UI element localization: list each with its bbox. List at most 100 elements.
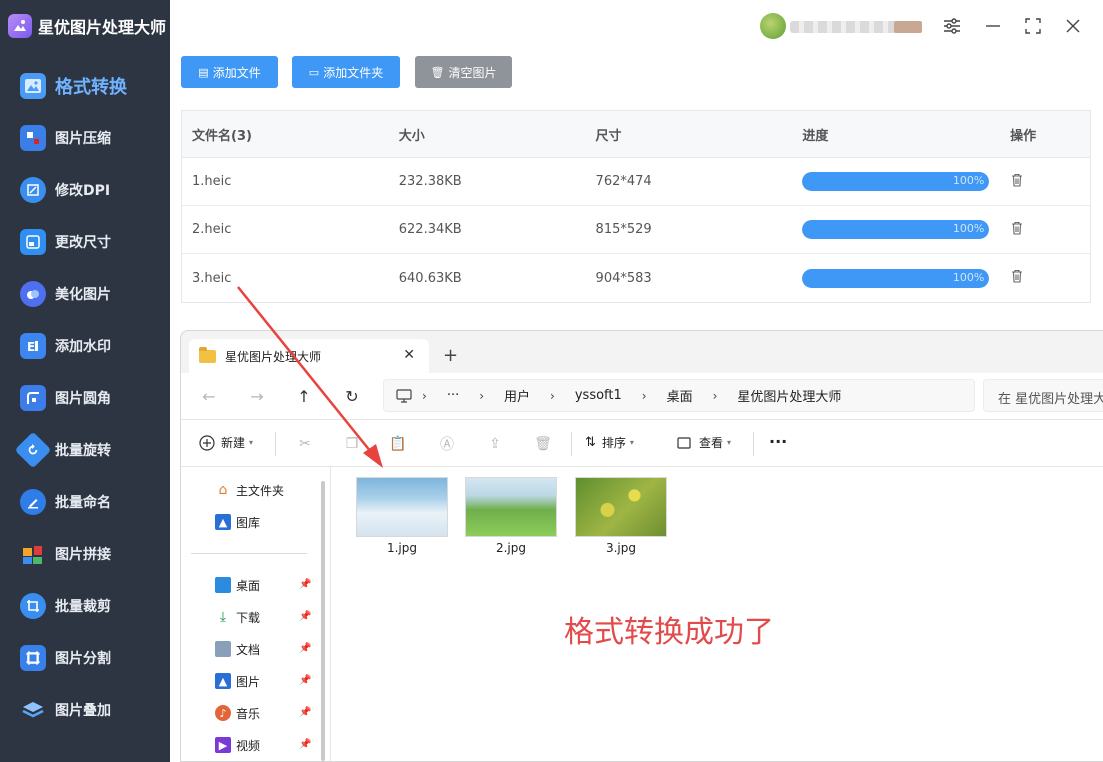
sort-button[interactable]: ⇅ 排序 ▾ [585,434,634,451]
breadcrumb-item[interactable]: yssoft1 [575,388,622,403]
add-file-label: 添加文件 [212,65,261,80]
back-arrow-icon[interactable]: ← [197,385,221,407]
sidebar-nav: 格式转换 图片压缩 修改DPI 更改尺寸 美化图片 E 添加水印 图片圆角 批量 [0,60,170,736]
app-title: 星优图片处理大师 [38,18,167,37]
sidebar-item-watermark[interactable]: E 添加水印 [0,320,170,372]
new-tab-icon[interactable]: + [443,345,458,366]
minimize-button[interactable] [979,12,1007,40]
more-options-button[interactable]: ··· [769,432,787,451]
tab-close-icon[interactable]: ✕ [403,347,415,363]
sidebar-item-resize[interactable]: 更改尺寸 [0,216,170,268]
table-row: 3.heic 640.63KB 904*583 100% [182,254,1090,302]
delete-row-button[interactable] [1010,221,1090,239]
compress-icon [20,125,46,151]
maximize-icon [1025,18,1041,34]
view-button[interactable]: 查看 ▾ [677,434,731,451]
divider [753,432,754,456]
pane-divider [330,467,331,761]
sidebar-item-crop[interactable]: 批量裁剪 [0,580,170,632]
add-file-button[interactable]: ▤ 添加文件 [181,56,278,88]
sidebar-item-dpi[interactable]: 修改DPI [0,164,170,216]
sidebar-item-label: 批量裁剪 [55,599,111,615]
file-thumbnail[interactable] [575,477,667,537]
nav-scrollbar[interactable] [321,481,325,761]
sidebar-item-rotate[interactable]: 批量旋转 [0,424,170,476]
progress-bar: 100% [802,268,990,288]
tree-item-desktop[interactable]: 桌面 [215,574,260,596]
copy-icon[interactable]: ❐ [342,434,362,454]
progress-cell: 100% [802,172,1010,191]
chevron-right-icon: › [550,388,555,403]
sidebar-item-compress[interactable]: 图片压缩 [0,112,170,164]
sidebar-item-label: 修改DPI [55,183,111,199]
share-icon[interactable]: ⇪ [485,434,505,454]
sidebar-item-rename[interactable]: 批量命名 [0,476,170,528]
success-annotation: 格式转换成功了 [564,615,774,650]
tree-item-label: 主文件夹 [236,483,285,498]
sidebar-item-round-corner[interactable]: 图片圆角 [0,372,170,424]
forward-arrow-icon[interactable]: → [245,385,269,407]
rename-icon[interactable]: Ⓐ [437,434,457,454]
clear-images-button[interactable]: 🗑 清空图片 [415,56,512,88]
new-label: 新建 [221,436,246,450]
file-name-label[interactable]: 1.jpg [356,541,448,555]
file-thumbnail[interactable] [465,477,557,537]
round-corner-icon [20,385,46,411]
chevron-right-icon: › [422,388,427,403]
view-icon [677,436,691,449]
cut-icon[interactable]: ✂ [295,434,315,454]
add-folder-button[interactable]: ▭ 添加文件夹 [292,56,400,88]
maximize-button[interactable] [1019,12,1047,40]
sidebar-item-layers[interactable]: 图片叠加 [0,684,170,736]
beautify-icon [20,281,46,307]
refresh-icon[interactable]: ↻ [340,385,364,407]
sidebar-item-label: 批量命名 [55,495,111,511]
sidebar-item-split[interactable]: 图片分割 [0,632,170,684]
tree-item-gallery[interactable]: ▲ 图库 [215,511,260,533]
breadcrumb-item[interactable]: 星优图片处理大师 [737,386,841,405]
file-name-label[interactable]: 3.jpg [575,541,667,555]
folder-icon [199,346,216,363]
trash-icon: 🗑 [430,65,445,79]
new-button[interactable]: 新建 ▾ [199,434,253,451]
pin-icon: 📌 [299,739,312,750]
puzzle-icon [20,541,46,567]
tree-item-videos[interactable]: ▶ 视频 [215,734,260,756]
delete-row-button[interactable] [1010,173,1090,191]
watermark-icon: E [20,333,46,359]
pin-icon: 📌 [299,643,312,654]
breadcrumb-item[interactable]: 用户 [504,386,530,405]
close-button[interactable] [1059,12,1087,40]
tree-item-documents[interactable]: 文档 [215,638,260,660]
delete-icon[interactable]: 🗑 [533,434,553,454]
file-thumbnail[interactable] [356,477,448,537]
progress-text: 100% [952,174,985,187]
sidebar-item-label: 图片分割 [55,651,111,667]
file-name-label[interactable]: 2.jpg [465,541,557,555]
breadcrumb-item[interactable]: 桌面 [667,386,693,405]
tree-item-home[interactable]: ⌂ 主文件夹 [215,479,284,501]
tree-item-pictures[interactable]: ▲ 图片 [215,670,260,692]
delete-row-button[interactable] [1010,269,1090,287]
folder-outline-icon: ▭ [308,65,320,79]
tree-item-music[interactable]: ♪ 音乐 [215,702,260,724]
up-arrow-icon[interactable]: ↑ [292,385,316,407]
dpi-icon [20,177,46,203]
header-size: 大小 [398,128,425,144]
sidebar-item-beautify[interactable]: 美化图片 [0,268,170,320]
paste-icon[interactable]: 📋 [388,434,408,454]
tree-item-label: 文档 [236,642,261,657]
breadcrumb-ellipsis[interactable]: ··· [447,388,459,403]
sidebar-item-format-convert[interactable]: 格式转换 [0,60,170,112]
address-bar[interactable]: › ··· › 用户 › yssoft1 › 桌面 › 星优图片处理大师 [383,379,975,412]
tree-item-downloads[interactable]: ⤓ 下载 [215,606,260,628]
explorer-search-input[interactable]: 在 星优图片处理大师 中搜索 [983,379,1103,412]
pin-icon: 📌 [299,611,312,622]
sidebar-item-label: 图片压缩 [55,131,111,147]
sidebar-item-label: 添加水印 [55,339,111,355]
explorer-tab[interactable]: 星优图片处理大师 ✕ [189,339,429,373]
settings-button[interactable] [938,12,966,40]
file-dimensions: 904*583 [595,270,652,286]
sidebar-item-puzzle[interactable]: 图片拼接 [0,528,170,580]
user-info[interactable] [760,13,925,39]
